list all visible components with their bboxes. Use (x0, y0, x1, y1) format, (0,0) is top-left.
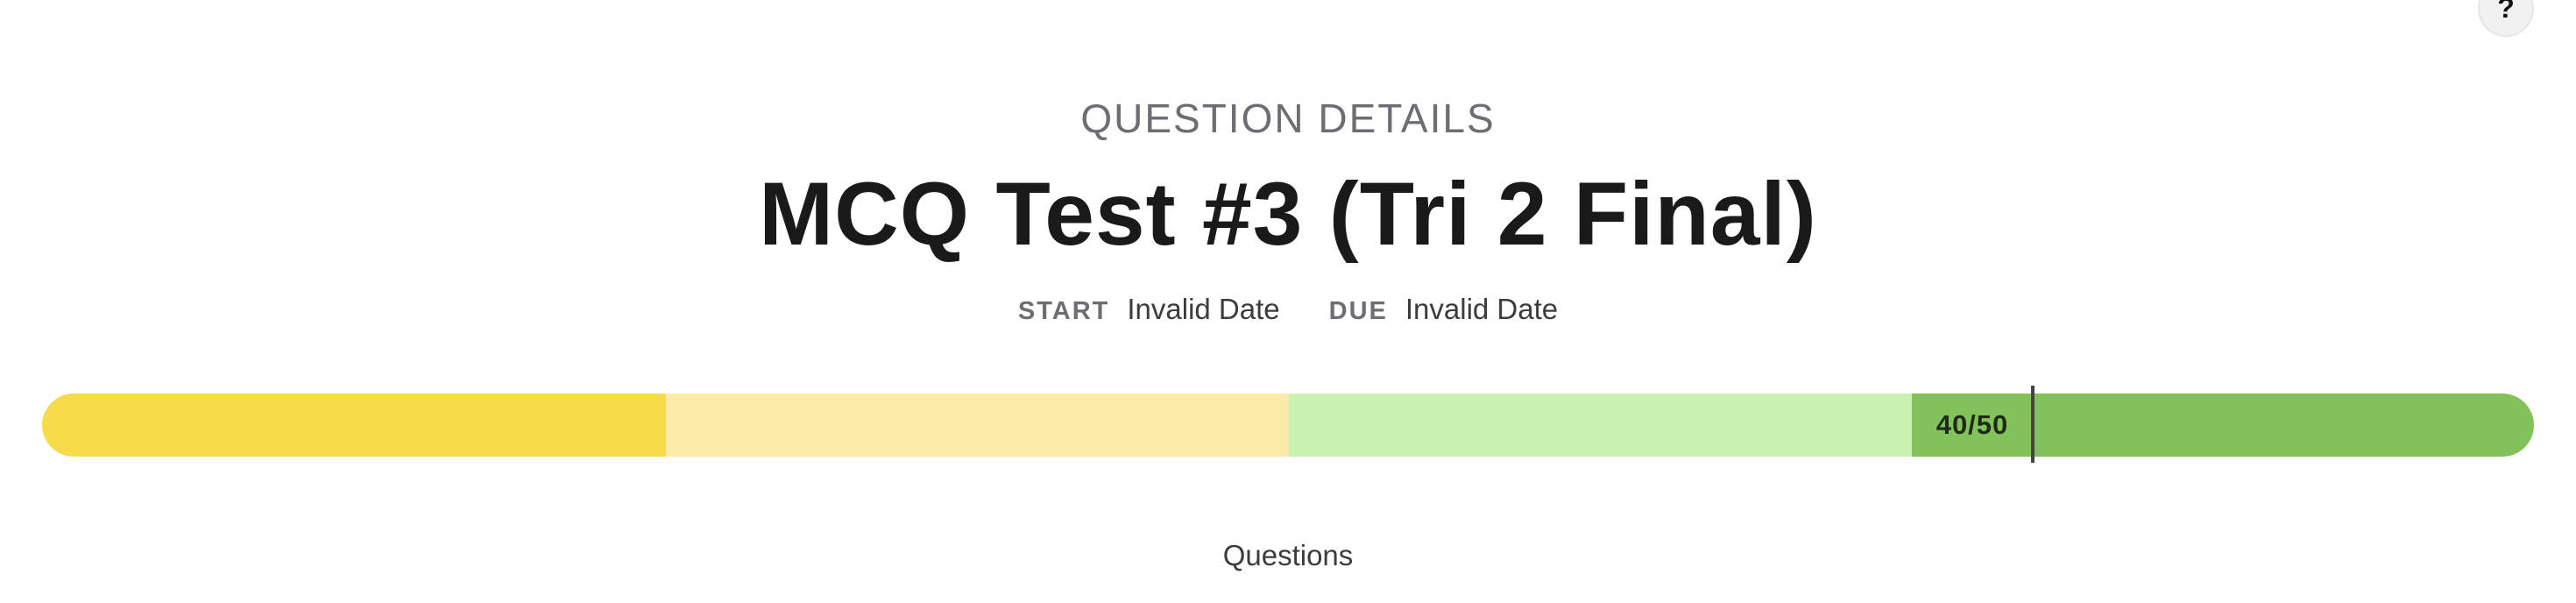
score-label: 40/50 (1936, 409, 2009, 440)
start-date: START Invalid Date (1018, 293, 1280, 326)
score-progress-bar: 40/50 (42, 394, 2534, 457)
section-label: QUESTION DETAILS (1080, 96, 1496, 141)
help-icon: ? (2497, 0, 2515, 24)
score-marker (2031, 386, 2035, 463)
help-button[interactable]: ? (2478, 0, 2534, 37)
due-date: DUE Invalid Date (1329, 293, 1559, 326)
due-date-value: Invalid Date (1405, 293, 1559, 325)
start-date-label: START (1017, 297, 1110, 325)
progress-segment-1 (42, 394, 666, 457)
questions-link[interactable]: Questions (0, 539, 2576, 572)
page-title: MCQ Test #3 (Tri 2 Final) (759, 164, 1817, 264)
progress-segment-3 (1289, 394, 1912, 457)
progress-segment-2 (666, 394, 1289, 457)
date-row: START Invalid Date DUE Invalid Date (0, 293, 2576, 326)
question-details-page: ? QUESTION DETAILS MCQ Test #3 (Tri 2 Fi… (0, 0, 2576, 603)
due-date-label: DUE (1328, 297, 1388, 325)
progress-segment-4: 40/50 (1912, 394, 2534, 457)
start-date-value: Invalid Date (1127, 293, 1280, 325)
